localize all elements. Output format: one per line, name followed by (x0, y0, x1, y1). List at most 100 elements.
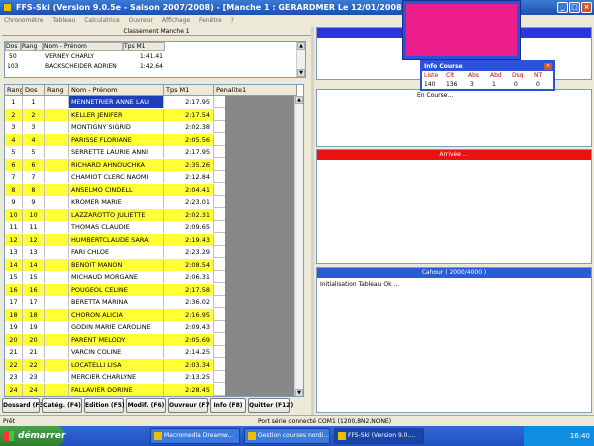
cell-dos[interactable]: 7 (23, 171, 45, 183)
cell-nom[interactable]: BERETTA MARINA (69, 296, 164, 308)
cell-nom[interactable]: BENOIT MANON (69, 258, 164, 271)
cell-rang2[interactable] (45, 208, 69, 221)
menu-chronometre[interactable]: Chronométre (4, 17, 43, 24)
cell-nom[interactable]: RICHARD AHNOUCHKA (69, 158, 164, 171)
cell-rang[interactable]: 8 (5, 183, 23, 196)
cell-tps[interactable]: 2:03.34 (164, 358, 214, 371)
cell-tps[interactable]: 2:17.58 (164, 283, 214, 296)
col-nom[interactable]: Nom - Prénom (43, 42, 123, 51)
display-window[interactable] (402, 0, 521, 60)
classement-scrollbar[interactable]: ▲ ▼ (296, 42, 305, 77)
cell-rang[interactable]: 17 (5, 296, 23, 308)
col-rang[interactable]: Rang (21, 42, 43, 51)
cell-dos[interactable]: 2 (23, 108, 45, 121)
cell-dos[interactable]: 18 (23, 308, 45, 321)
ouvreur-button[interactable]: Ouvreur (F7) (168, 398, 212, 413)
cell-rang2[interactable] (45, 346, 69, 358)
cell-dos[interactable]: 12 (23, 233, 45, 246)
cell-tps[interactable]: 2:17.95 (164, 96, 214, 108)
cell-nom[interactable]: KELLER JENIFER (69, 108, 164, 121)
cell-rang[interactable]: 18 (5, 308, 23, 321)
cell-nom[interactable]: PARENT MELODY (69, 333, 164, 346)
cell-tps[interactable]: 2:23.01 (164, 196, 214, 208)
cell-rang2[interactable] (45, 233, 69, 246)
cell-tps[interactable]: 2:13.25 (164, 371, 214, 383)
cell-rang[interactable]: 9 (5, 196, 23, 208)
cell-tps[interactable]: 2:14.25 (164, 346, 214, 358)
cell-rang2[interactable] (45, 296, 69, 308)
cell-nom[interactable]: FARI CHLOE (69, 246, 164, 258)
cell-nom[interactable]: VARCIN COLINE (69, 346, 164, 358)
cell-nom[interactable]: GODIN MARIE CAROLINE (69, 321, 164, 333)
cell-nom[interactable]: HUMBERTCLAUDE SARA (69, 233, 164, 246)
cell-nom[interactable]: LOCATELLI LISA (69, 358, 164, 371)
cell-tps[interactable]: 2:12.84 (164, 171, 214, 183)
cell-rang[interactable]: 10 (5, 208, 23, 221)
menu-affichage[interactable]: Affichage (162, 17, 190, 24)
cell-tps[interactable]: 2:09.65 (164, 221, 214, 233)
cell-tps[interactable]: 2:05.56 (164, 133, 214, 146)
cell-tps[interactable]: 2:04.41 (164, 183, 214, 196)
cell-rang2[interactable] (45, 333, 69, 346)
grid-scrollbar[interactable]: ▲ ▼ (294, 96, 303, 396)
cell-rang2[interactable] (45, 133, 69, 146)
cell-nom[interactable]: ANSELMO CINDELL (69, 183, 164, 196)
cell-rang2[interactable] (45, 258, 69, 271)
col-rang-header[interactable]: Rang (5, 85, 23, 96)
cell-dos[interactable]: 6 (23, 158, 45, 171)
cell-tps[interactable]: 2:16.95 (164, 308, 214, 321)
cell-tps[interactable]: 2:28.45 (164, 383, 214, 396)
cell-dos[interactable]: 15 (23, 271, 45, 283)
cell-rang2[interactable] (45, 321, 69, 333)
cell-rang[interactable]: 1 (5, 96, 23, 108)
cell-nom[interactable]: THOMAS CLAUDIE (69, 221, 164, 233)
cell-dos[interactable]: 5 (23, 146, 45, 158)
cell-nom[interactable]: MERCIER CHARLYNE (69, 371, 164, 383)
cell-rang[interactable]: 16 (5, 283, 23, 296)
task-gestion[interactable]: Gestion courses nordi... (244, 428, 330, 444)
cell-dos[interactable]: 19 (23, 321, 45, 333)
maximize-icon[interactable]: □ (569, 2, 580, 13)
cell-rang2[interactable] (45, 158, 69, 171)
start-button[interactable]: démarrer (0, 426, 65, 446)
cell-tps[interactable]: 2:05.69 (164, 333, 214, 346)
cell-dos[interactable]: 21 (23, 346, 45, 358)
categ-button[interactable]: Catég. (F4) (42, 398, 82, 413)
cell-rang2[interactable] (45, 308, 69, 321)
cell-rang2[interactable] (45, 383, 69, 396)
cell-rang[interactable]: 6 (5, 158, 23, 171)
scroll-up-icon[interactable]: ▲ (297, 42, 305, 50)
competitors-grid[interactable]: Rang Dos Rang Nom - Prénom Tps M1 Penali… (4, 84, 304, 397)
cell-dos[interactable]: 4 (23, 133, 45, 146)
cell-rang[interactable]: 23 (5, 371, 23, 383)
cell-dos[interactable]: 23 (23, 371, 45, 383)
cell-rang2[interactable] (45, 146, 69, 158)
cell-nom[interactable]: MENNETRIER ANNE LAU (69, 96, 164, 108)
task-dreamweaver[interactable]: Macromedia Dreamw... (150, 428, 240, 444)
cell-tps[interactable]: 2:17.54 (164, 108, 214, 121)
cell-dos[interactable]: 1 (23, 96, 45, 108)
cell-dos[interactable]: 11 (23, 221, 45, 233)
cell-dos[interactable]: 22 (23, 358, 45, 371)
cell-nom[interactable]: LAZZAROTTO JULIETTE (69, 208, 164, 221)
cell-tps[interactable]: 2:08.54 (164, 258, 214, 271)
cell-rang[interactable]: 19 (5, 321, 23, 333)
cell-rang[interactable]: 7 (5, 171, 23, 183)
cell-rang2[interactable] (45, 271, 69, 283)
quitter-button[interactable]: Quitter (F12) (248, 398, 293, 413)
scroll-down-icon[interactable]: ▼ (297, 69, 305, 77)
cell-dos[interactable]: 13 (23, 246, 45, 258)
cell-nom[interactable]: MICHAUD MORGANE (69, 271, 164, 283)
cell-rang2[interactable] (45, 171, 69, 183)
cell-rang[interactable]: 2 (5, 108, 23, 121)
cell-rang[interactable]: 13 (5, 246, 23, 258)
col-rang2-header[interactable]: Rang (45, 85, 69, 96)
cell-rang2[interactable] (45, 196, 69, 208)
cell-dos[interactable]: 14 (23, 258, 45, 271)
edition-button[interactable]: Edition (F5) (84, 398, 125, 413)
cell-rang[interactable]: 24 (5, 383, 23, 396)
cell-dos[interactable]: 16 (23, 283, 45, 296)
col-penalite-header[interactable]: Penalite1 (214, 85, 297, 96)
cell-rang2[interactable] (45, 183, 69, 196)
cell-rang2[interactable] (45, 108, 69, 121)
